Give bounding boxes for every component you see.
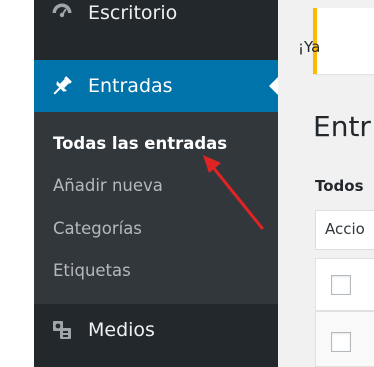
dashboard-icon bbox=[48, 0, 76, 27]
menu-item-label: Medios bbox=[88, 319, 155, 341]
entradas-submenu: Todas las entradas Añadir nueva Categorí… bbox=[34, 112, 278, 304]
menu-item-entradas[interactable]: Entradas bbox=[34, 60, 278, 112]
submenu-item-todas-las-entradas[interactable]: Todas las entradas bbox=[53, 134, 227, 153]
menu-item-medios[interactable]: Medios bbox=[34, 304, 278, 356]
left-gutter bbox=[0, 0, 34, 367]
content-area: ¡Ya Entr Todos Accio bbox=[278, 0, 374, 367]
submenu-item-anadir-nueva[interactable]: Añadir nueva bbox=[53, 176, 163, 195]
submenu-item-categorias[interactable]: Categorías bbox=[53, 219, 142, 238]
menu-item-label: Escritorio bbox=[88, 2, 178, 24]
page-title: Entr bbox=[313, 110, 371, 143]
table-row bbox=[315, 311, 374, 367]
submenu-item-etiquetas[interactable]: Etiquetas bbox=[53, 261, 131, 280]
menu-item-label: Entradas bbox=[88, 75, 173, 97]
notice-text: ¡Ya bbox=[298, 38, 321, 56]
media-icon bbox=[48, 316, 76, 344]
current-menu-pointer bbox=[269, 77, 278, 95]
select-row-checkbox[interactable] bbox=[331, 275, 351, 295]
bulk-actions-select[interactable]: Accio bbox=[315, 210, 374, 250]
pushpin-icon bbox=[48, 72, 76, 100]
admin-sidebar: Escritorio Entradas Todas las entradas A… bbox=[34, 0, 278, 367]
bulk-actions-value: Accio bbox=[325, 220, 365, 238]
menu-item-escritorio[interactable]: Escritorio bbox=[34, 0, 278, 32]
select-row-checkbox[interactable] bbox=[331, 332, 351, 352]
table-row bbox=[315, 258, 374, 311]
filter-link-todos[interactable]: Todos bbox=[315, 177, 364, 195]
admin-notice bbox=[313, 8, 374, 74]
